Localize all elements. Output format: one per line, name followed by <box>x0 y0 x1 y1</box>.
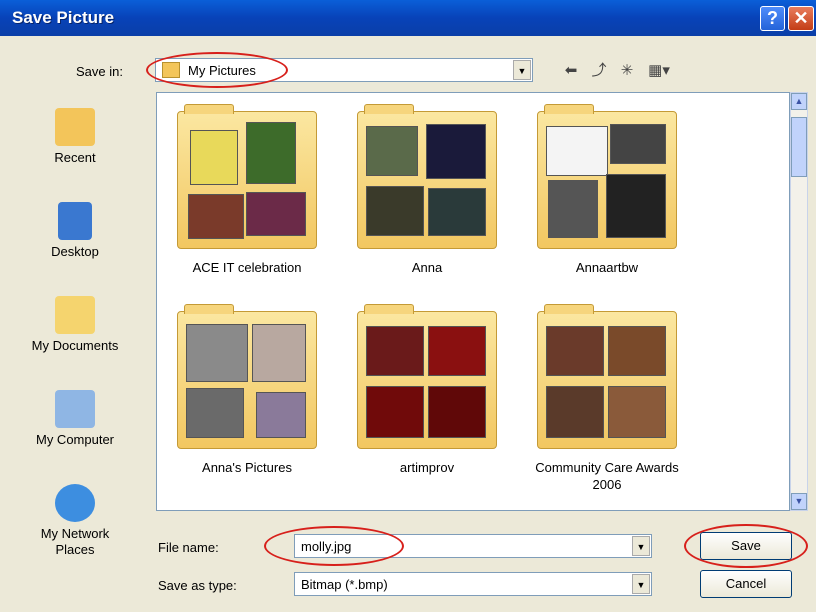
scroll-down-icon[interactable]: ▼ <box>791 493 807 510</box>
place-desktop[interactable]: Desktop <box>0 202 150 260</box>
place-my-documents[interactable]: My Documents <box>0 296 150 354</box>
folder-item[interactable]: Annaartbw <box>517 104 697 276</box>
window-title: Save Picture <box>12 8 115 27</box>
scroll-up-icon[interactable]: ▲ <box>791 93 807 110</box>
my-computer-icon <box>55 390 95 428</box>
folder-name: artimprov <box>399 460 455 475</box>
folder-item[interactable]: ACE IT celebration <box>157 104 337 276</box>
cancel-button[interactable]: Cancel <box>700 570 792 598</box>
folder-icon <box>537 304 677 449</box>
folder-name: Annaartbw <box>575 260 639 275</box>
place-label: Desktop <box>51 244 99 259</box>
folder-name: ACE IT celebration <box>192 260 302 275</box>
save-as-type-value: Bitmap (*.bmp) <box>301 577 388 592</box>
chevron-down-icon[interactable]: ▼ <box>632 536 650 556</box>
chevron-down-icon[interactable]: ▼ <box>513 60 531 80</box>
view-menu-icon[interactable]: ▦▾ <box>644 60 674 82</box>
recent-folder-icon <box>55 108 95 146</box>
save-in-label: Save in: <box>76 64 123 79</box>
close-button[interactable]: ✕ <box>788 6 814 31</box>
scroll-thumb[interactable] <box>791 117 807 177</box>
place-label: My Computer <box>35 432 115 447</box>
folder-icon <box>177 304 317 449</box>
place-label: My Documents <box>31 338 119 353</box>
new-folder-icon[interactable]: ✳ <box>616 60 638 82</box>
desktop-icon <box>58 202 92 240</box>
file-name-label: File name: <box>158 540 219 555</box>
folder-icon <box>357 104 497 249</box>
up-one-level-icon[interactable]: ⤴ <box>588 60 610 82</box>
globe-network-icon <box>55 484 95 522</box>
folder-icon <box>177 104 317 249</box>
folder-name: Anna's Pictures <box>202 460 292 475</box>
place-my-computer[interactable]: My Computer <box>0 390 150 448</box>
folder-item[interactable]: artimprov <box>337 304 517 476</box>
folder-icon <box>357 304 497 449</box>
folder-item[interactable]: Anna <box>337 104 517 276</box>
places-bar: Recent Desktop My Documents My Computer … <box>0 92 150 612</box>
title-bar: Save Picture ? ✕ <box>0 0 816 36</box>
place-label: My Network Places <box>40 526 110 557</box>
place-label: Recent <box>54 150 96 165</box>
back-arrow-icon[interactable]: ⬅ <box>560 60 582 82</box>
folder-name: Community Care Awards 2006 <box>535 460 679 492</box>
highlight-circle-save <box>684 524 808 568</box>
vertical-scrollbar[interactable]: ▲ ▼ <box>790 92 808 511</box>
folder-icon <box>537 104 677 249</box>
save-as-type-dropdown[interactable]: Bitmap (*.bmp) ▼ <box>294 572 652 596</box>
file-list[interactable]: ACE IT celebration Anna Annaartbw Anna's… <box>156 92 790 511</box>
highlight-circle-file-name <box>264 526 404 566</box>
folder-name: Anna <box>411 260 443 275</box>
chevron-down-icon[interactable]: ▼ <box>632 574 650 594</box>
help-button[interactable]: ? <box>760 6 785 31</box>
folder-item[interactable]: Anna's Pictures <box>157 304 337 476</box>
highlight-circle-save-in <box>146 52 288 88</box>
my-documents-icon <box>55 296 95 334</box>
save-as-type-label: Save as type: <box>158 578 237 593</box>
place-my-network-places[interactable]: My Network Places <box>0 484 150 558</box>
folder-item[interactable]: Community Care Awards 2006 <box>517 304 697 493</box>
place-recent[interactable]: Recent <box>0 108 150 166</box>
